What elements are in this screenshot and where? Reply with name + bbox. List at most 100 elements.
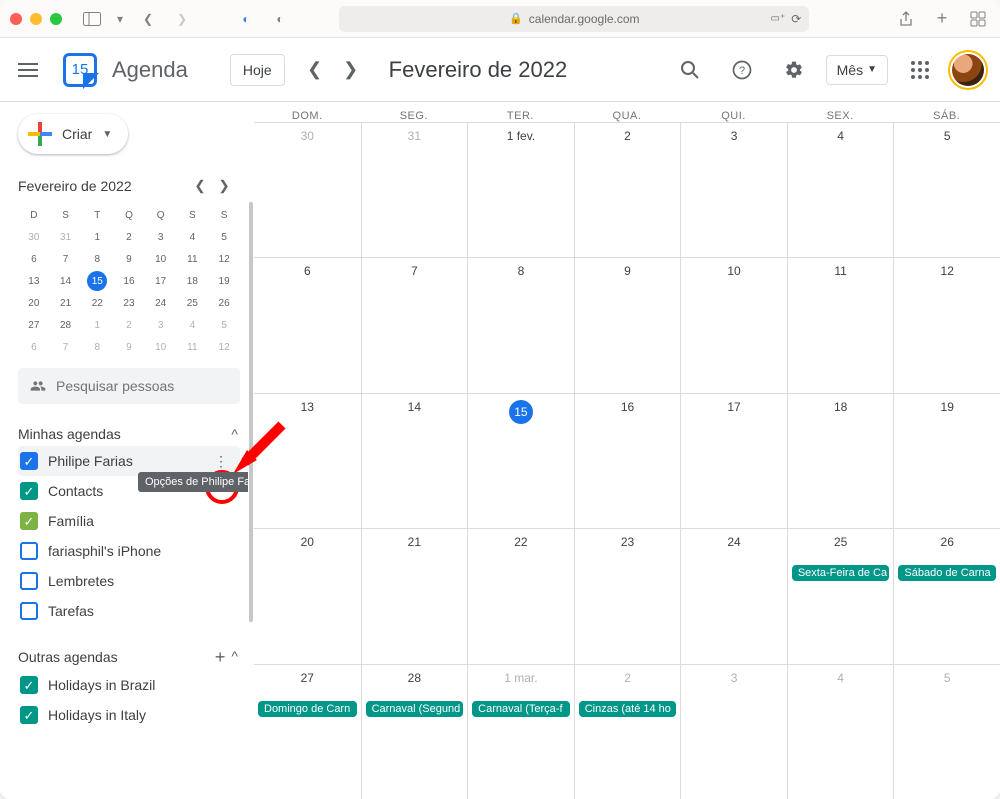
day-cell[interactable]: 1 mar.Carnaval (Terça-f [467,664,574,799]
mini-day[interactable]: 2 [119,315,139,335]
mini-day[interactable]: 9 [119,337,139,357]
mini-day[interactable]: 1 [87,315,107,335]
calendar-item[interactable]: Holidays in Brazil [18,670,240,700]
google-apps-button[interactable] [900,50,940,90]
nav-forward-icon[interactable]: ❯ [170,7,194,31]
mini-day[interactable]: 12 [214,337,234,357]
calendar-options-button[interactable]: ⋮ [208,448,234,474]
mini-day[interactable]: 11 [182,249,202,269]
tabs-overview-icon[interactable] [966,7,990,31]
shield-icon[interactable]: ◐ [268,7,292,31]
mini-day[interactable]: 20 [24,293,44,313]
calendar-checkbox[interactable] [20,572,38,590]
calendar-checkbox[interactable] [20,602,38,620]
day-cell[interactable]: 21 [361,528,468,663]
day-cell[interactable]: 23 [574,528,681,663]
reader-icon[interactable]: ▭⁺ [771,13,786,24]
fullscreen-window-icon[interactable] [50,13,62,25]
mini-day[interactable]: 10 [151,249,171,269]
mini-day[interactable]: 17 [151,271,171,291]
mini-day[interactable]: 22 [87,293,107,313]
day-cell[interactable]: 16 [574,393,681,528]
sidebar-toggle-icon[interactable] [80,7,104,31]
mini-day[interactable]: 19 [214,271,234,291]
mini-day[interactable]: 25 [182,293,202,313]
mini-day[interactable]: 7 [56,337,76,357]
event-chip[interactable]: Sábado de Carna [898,565,996,581]
chevron-down-icon[interactable]: ▾ [114,7,126,31]
day-cell[interactable]: 5 [893,664,1000,799]
next-month-button[interactable]: ❯ [333,52,369,88]
extension-icon[interactable]: ◐ [234,7,258,31]
other-calendars-header[interactable]: Outras agendas + ^ [18,648,240,666]
reload-icon[interactable]: ⟳ [791,12,801,26]
day-cell[interactable]: 27Domingo de Carn [254,664,361,799]
calendar-item[interactable]: Família [18,506,240,536]
event-chip[interactable]: Cinzas (até 14 ho [579,701,677,717]
event-chip[interactable]: Carnaval (Segund [366,701,464,717]
day-cell[interactable]: 3 [680,122,787,257]
day-cell[interactable]: 7 [361,257,468,392]
calendar-checkbox[interactable] [20,542,38,560]
calendar-checkbox[interactable] [20,676,38,694]
mini-day[interactable]: 28 [56,315,76,335]
event-chip[interactable]: Sexta-Feira de Ca [792,565,890,581]
day-cell[interactable]: 10 [680,257,787,392]
close-window-icon[interactable] [10,13,22,25]
view-selector[interactable]: Mês ▼ [826,55,888,85]
mini-day[interactable]: 4 [182,315,202,335]
calendar-item[interactable]: Philipe Farias⋮Opções de Philipe Farias [18,446,240,476]
mini-day[interactable]: 6 [24,337,44,357]
day-cell[interactable]: 2 [574,122,681,257]
day-cell[interactable]: 11 [787,257,894,392]
search-button[interactable] [670,50,710,90]
add-calendar-icon[interactable]: + [215,648,226,666]
today-button[interactable]: Hoje [230,54,285,86]
new-tab-icon[interactable]: + [930,7,954,31]
mini-day[interactable]: 13 [24,271,44,291]
calendar-item[interactable]: Tarefas [18,596,240,626]
day-cell[interactable]: 31 [361,122,468,257]
mini-day[interactable]: 26 [214,293,234,313]
day-cell[interactable]: 6 [254,257,361,392]
mini-day[interactable]: 5 [214,227,234,247]
day-cell[interactable]: 4 [787,664,894,799]
day-cell[interactable]: 24 [680,528,787,663]
mini-day[interactable]: 4 [182,227,202,247]
search-people-input[interactable]: Pesquisar pessoas [18,368,240,404]
day-cell[interactable]: 4 [787,122,894,257]
create-button[interactable]: Criar ▼ [18,114,128,154]
day-cell[interactable]: 22 [467,528,574,663]
day-cell[interactable]: 20 [254,528,361,663]
mini-day[interactable]: 31 [56,227,76,247]
day-cell[interactable]: 14 [361,393,468,528]
mini-day[interactable]: 16 [119,271,139,291]
mini-prev-button[interactable]: ❮ [188,174,212,198]
mini-day[interactable]: 6 [24,249,44,269]
day-cell[interactable]: 30 [254,122,361,257]
mini-day[interactable]: 9 [119,249,139,269]
day-cell[interactable]: 1 fev. [467,122,574,257]
minimize-window-icon[interactable] [30,13,42,25]
main-menu-button[interactable] [8,50,48,90]
day-cell[interactable]: 5 [893,122,1000,257]
my-calendars-header[interactable]: Minhas agendas ^ [18,426,240,442]
mini-day[interactable]: 5 [214,315,234,335]
mini-day[interactable]: 8 [87,249,107,269]
prev-month-button[interactable]: ❮ [297,52,333,88]
mini-day[interactable]: 18 [182,271,202,291]
mini-day[interactable]: 3 [151,227,171,247]
day-cell[interactable]: 12 [893,257,1000,392]
day-cell[interactable]: 9 [574,257,681,392]
day-cell[interactable]: 18 [787,393,894,528]
mini-day[interactable]: 3 [151,315,171,335]
calendar-checkbox[interactable] [20,482,38,500]
account-avatar[interactable] [952,54,984,86]
mini-day[interactable]: 27 [24,315,44,335]
mini-day[interactable]: 24 [151,293,171,313]
day-cell[interactable]: 26Sábado de Carna [893,528,1000,663]
share-icon[interactable] [894,7,918,31]
mini-day[interactable]: 12 [214,249,234,269]
day-cell[interactable]: 15 [467,393,574,528]
help-button[interactable]: ? [722,50,762,90]
